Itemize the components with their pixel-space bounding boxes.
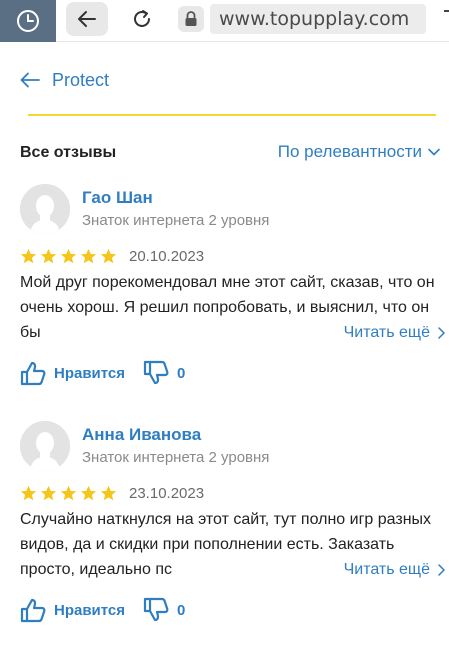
review-card: Анна Иванова Знаток интернета 2 уровня 2… (20, 421, 445, 631)
reviewer-level: Знаток интернета 2 уровня (82, 212, 270, 229)
dislike-count: 0 (177, 601, 186, 619)
review-card: Гао Шан Знаток интернета 2 уровня 20.10.… (20, 184, 445, 394)
star-icon (80, 248, 97, 263)
star-icon (60, 485, 77, 500)
arrow-left-icon (20, 72, 40, 88)
read-more-link[interactable]: Читать ещё (341, 557, 445, 582)
clock-icon (17, 10, 39, 32)
browser-back-button[interactable] (66, 2, 108, 36)
toolbar-edge-mark (444, 10, 449, 12)
sort-dropdown[interactable]: По релевантности (278, 142, 440, 162)
star-rating (20, 248, 117, 265)
star-icon (20, 248, 37, 263)
chevron-right-icon (438, 326, 445, 339)
like-button[interactable]: Нравится (20, 597, 125, 623)
star-icon (40, 485, 57, 500)
lock-icon (185, 11, 197, 26)
star-icon (20, 485, 37, 500)
dislike-count: 0 (177, 364, 186, 382)
review-date: 20.10.2023 (129, 247, 205, 265)
star-icon (60, 248, 77, 263)
review-actions: Нравится 0 (20, 358, 185, 388)
thumbs-down-icon (143, 360, 169, 385)
site-security-button[interactable] (178, 6, 204, 32)
dislike-button[interactable]: 0 (143, 597, 185, 623)
reviewer-name[interactable]: Гао Шан (82, 188, 153, 208)
star-icon (100, 248, 117, 263)
browser-toolbar: www.topupplay.com (0, 0, 449, 42)
page-title[interactable]: Protect (52, 70, 109, 91)
read-more-link[interactable]: Читать ещё (341, 320, 445, 345)
arrow-left-icon (78, 11, 96, 27)
star-icon (100, 485, 117, 500)
reload-icon (134, 10, 150, 27)
thumbs-down-icon (143, 597, 169, 622)
star-icon (80, 485, 97, 500)
user-placeholder-icon (20, 421, 70, 471)
reload-button[interactable] (124, 2, 160, 36)
chevron-right-icon (438, 563, 445, 576)
star-icon (40, 248, 57, 263)
read-more-label: Читать ещё (343, 323, 430, 341)
sort-label: По релевантности (277, 142, 422, 161)
dislike-button[interactable]: 0 (143, 360, 185, 386)
star-rating (20, 485, 117, 502)
header-divider (28, 114, 436, 116)
page-header: Protect (20, 66, 109, 94)
like-label: Нравится (54, 364, 126, 382)
page-back-button[interactable] (20, 69, 42, 91)
avatar[interactable] (20, 421, 70, 471)
like-label: Нравится (54, 601, 126, 619)
reviews-section-title: Все отзывы (20, 144, 117, 161)
thumbs-up-icon (20, 598, 46, 623)
reviews-header: Все отзывы По релевантности (20, 142, 440, 166)
review-rating: 23.10.2023 (20, 483, 204, 503)
history-button[interactable] (0, 0, 56, 42)
address-bar[interactable]: www.topupplay.com (210, 4, 426, 34)
like-button[interactable]: Нравится (20, 360, 125, 386)
thumbs-up-icon (20, 361, 46, 386)
reviewer-name[interactable]: Анна Иванова (82, 425, 201, 445)
review-rating: 20.10.2023 (20, 246, 204, 266)
chevron-down-icon (428, 148, 440, 156)
review-actions: Нравится 0 (20, 595, 185, 625)
user-placeholder-icon (20, 184, 70, 234)
read-more-label: Читать ещё (343, 560, 430, 578)
review-date: 23.10.2023 (129, 484, 205, 502)
reviewer-level: Знаток интернета 2 уровня (82, 449, 270, 466)
avatar[interactable] (20, 184, 70, 234)
